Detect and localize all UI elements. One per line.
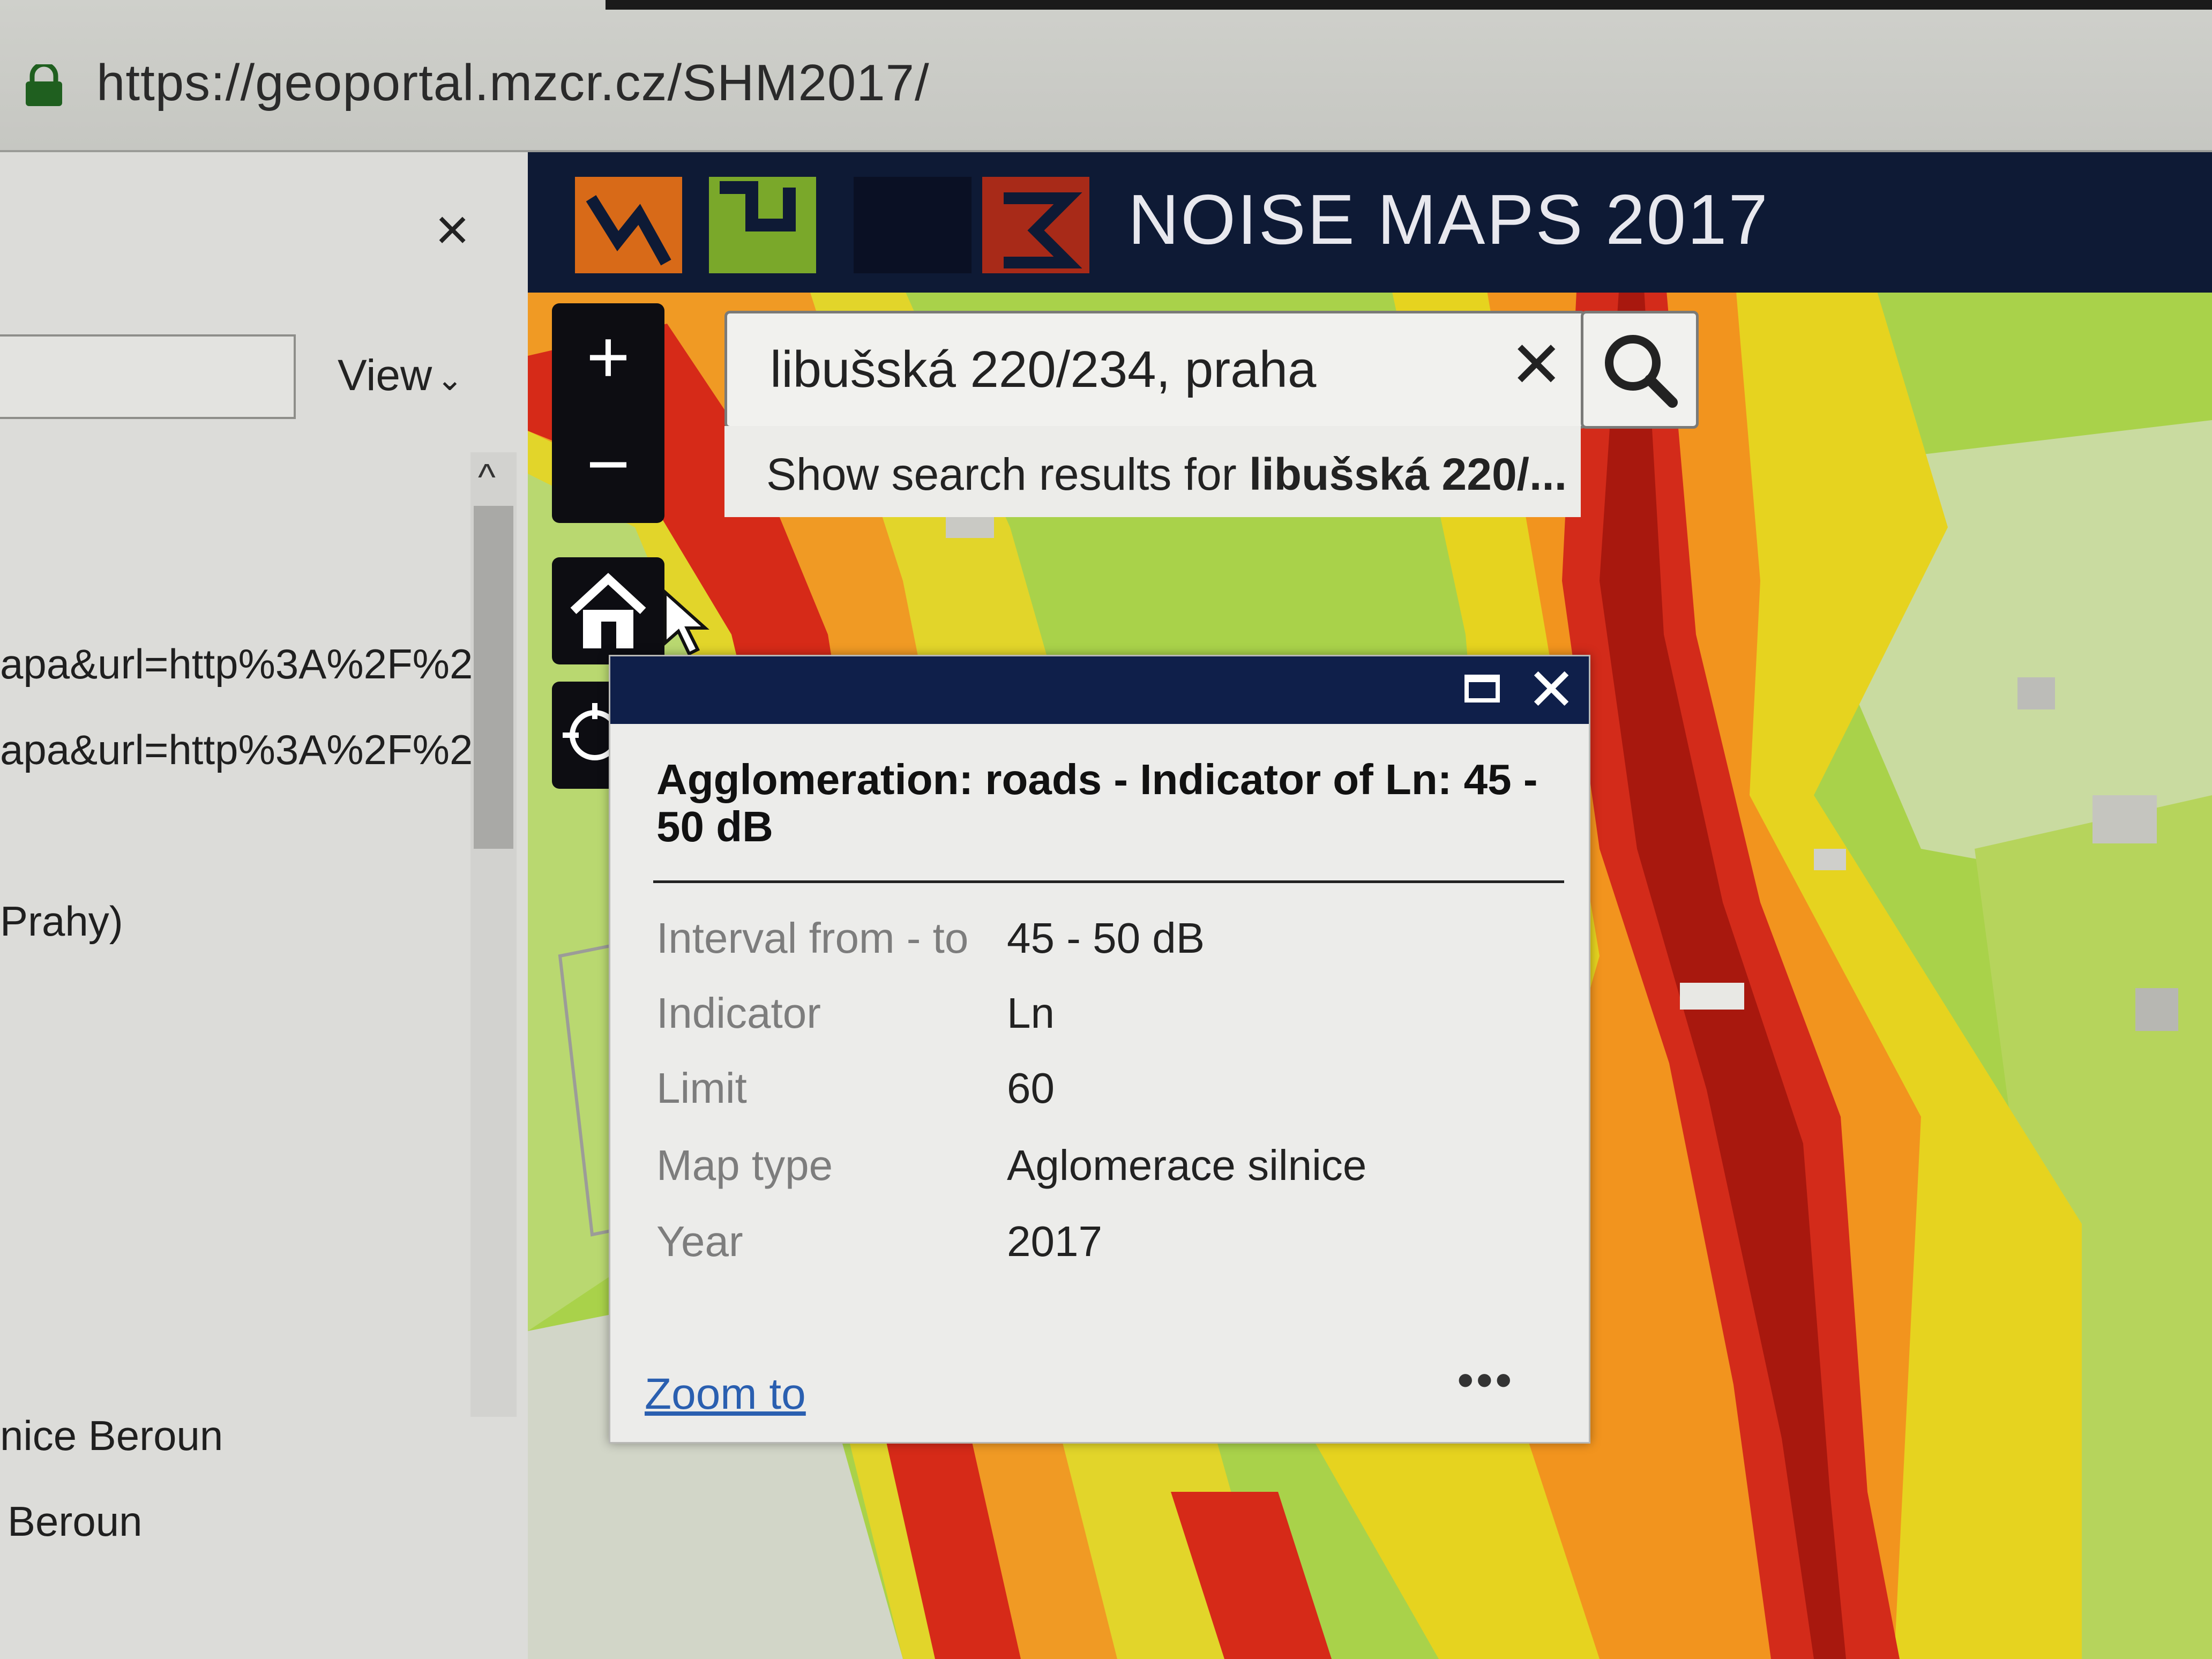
close-icon[interactable]: ✕: [1527, 661, 1576, 720]
suggestion-prefix: Show search results for: [766, 449, 1250, 499]
attribute-label: Interval from - to: [656, 914, 969, 962]
suggestion-query: libušská 220/...: [1249, 449, 1567, 499]
divider: [653, 880, 1564, 883]
left-panel: × View ⌄ ^ apa&url=http%3A%2F%2 apa&url=h…: [0, 152, 529, 1659]
home-button[interactable]: [552, 557, 664, 664]
zoom-out-button[interactable]: −: [552, 410, 664, 518]
popup-header: ✕: [610, 656, 1589, 724]
browser-address-bar: https://geoportal.mzcr.cz/SHM2017/: [0, 0, 2212, 152]
view-label: View: [338, 351, 432, 400]
list-item[interactable]: apa&url=http%3A%2F%2: [0, 640, 473, 689]
zoom-to-link[interactable]: Zoom to: [645, 1369, 806, 1419]
close-icon[interactable]: ✕: [1509, 333, 1564, 397]
attribute-label: Map type: [656, 1141, 833, 1189]
list-item[interactable]: Prahy): [0, 897, 123, 946]
browser-top-strip: [606, 0, 2212, 10]
noise-maps-logo: [575, 177, 1089, 273]
search-suggestion[interactable]: Show search results for libušská 220/...: [724, 426, 1581, 517]
attribute-label: Year: [656, 1217, 743, 1265]
list-item[interactable]: Beroun: [8, 1497, 143, 1546]
search-value: libušská 220/234, praha: [770, 341, 1317, 398]
search-icon: [1605, 335, 1678, 408]
attribute-value: 45 - 50 dB: [1007, 914, 1205, 962]
zoom-in-button[interactable]: +: [552, 303, 664, 410]
maximize-icon[interactable]: [1464, 675, 1500, 703]
list-item[interactable]: nice Beroun: [0, 1411, 223, 1460]
zoom-control: + −: [552, 303, 664, 523]
app-header: NOISE MAPS 2017: [528, 152, 2212, 293]
lock-icon: [26, 64, 62, 106]
attribute-value: Ln: [1007, 989, 1055, 1037]
attribute-label: Indicator: [656, 989, 821, 1037]
more-options-button[interactable]: •••: [1457, 1353, 1514, 1408]
home-icon: [570, 573, 646, 648]
chevron-up-icon[interactable]: ^: [478, 455, 496, 498]
close-icon[interactable]: ×: [435, 200, 469, 259]
cursor-icon: [663, 589, 709, 656]
attribute-value: Aglomerace silnice: [1007, 1141, 1367, 1189]
chevron-down-icon: ⌄: [436, 361, 464, 397]
list-item[interactable]: apa&url=http%3A%2F%2: [0, 726, 473, 774]
url-text[interactable]: https://geoportal.mzcr.cz/SHM2017/: [96, 54, 930, 113]
feature-popup: ✕ Agglomeration: roads - Indicator of Ln…: [609, 655, 1590, 1444]
attribute-value: 2017: [1007, 1217, 1102, 1265]
suggestion-text: Show search results for libušská 220/...: [766, 449, 1567, 500]
panel-filter-input[interactable]: [0, 334, 296, 419]
panel-scrollbar[interactable]: ^: [470, 452, 517, 1417]
attribute-label: Limit: [656, 1064, 747, 1112]
popup-title: Agglomeration: roads - Indicator of Ln: …: [656, 756, 1538, 850]
search-button[interactable]: [1581, 311, 1699, 429]
search-input[interactable]: libušská 220/234, praha ✕: [724, 311, 1586, 429]
scroll-thumb[interactable]: [474, 506, 513, 849]
app-title: NOISE MAPS 2017: [1128, 180, 1769, 259]
view-dropdown[interactable]: View ⌄: [338, 350, 464, 401]
attribute-value: 60: [1007, 1064, 1055, 1112]
